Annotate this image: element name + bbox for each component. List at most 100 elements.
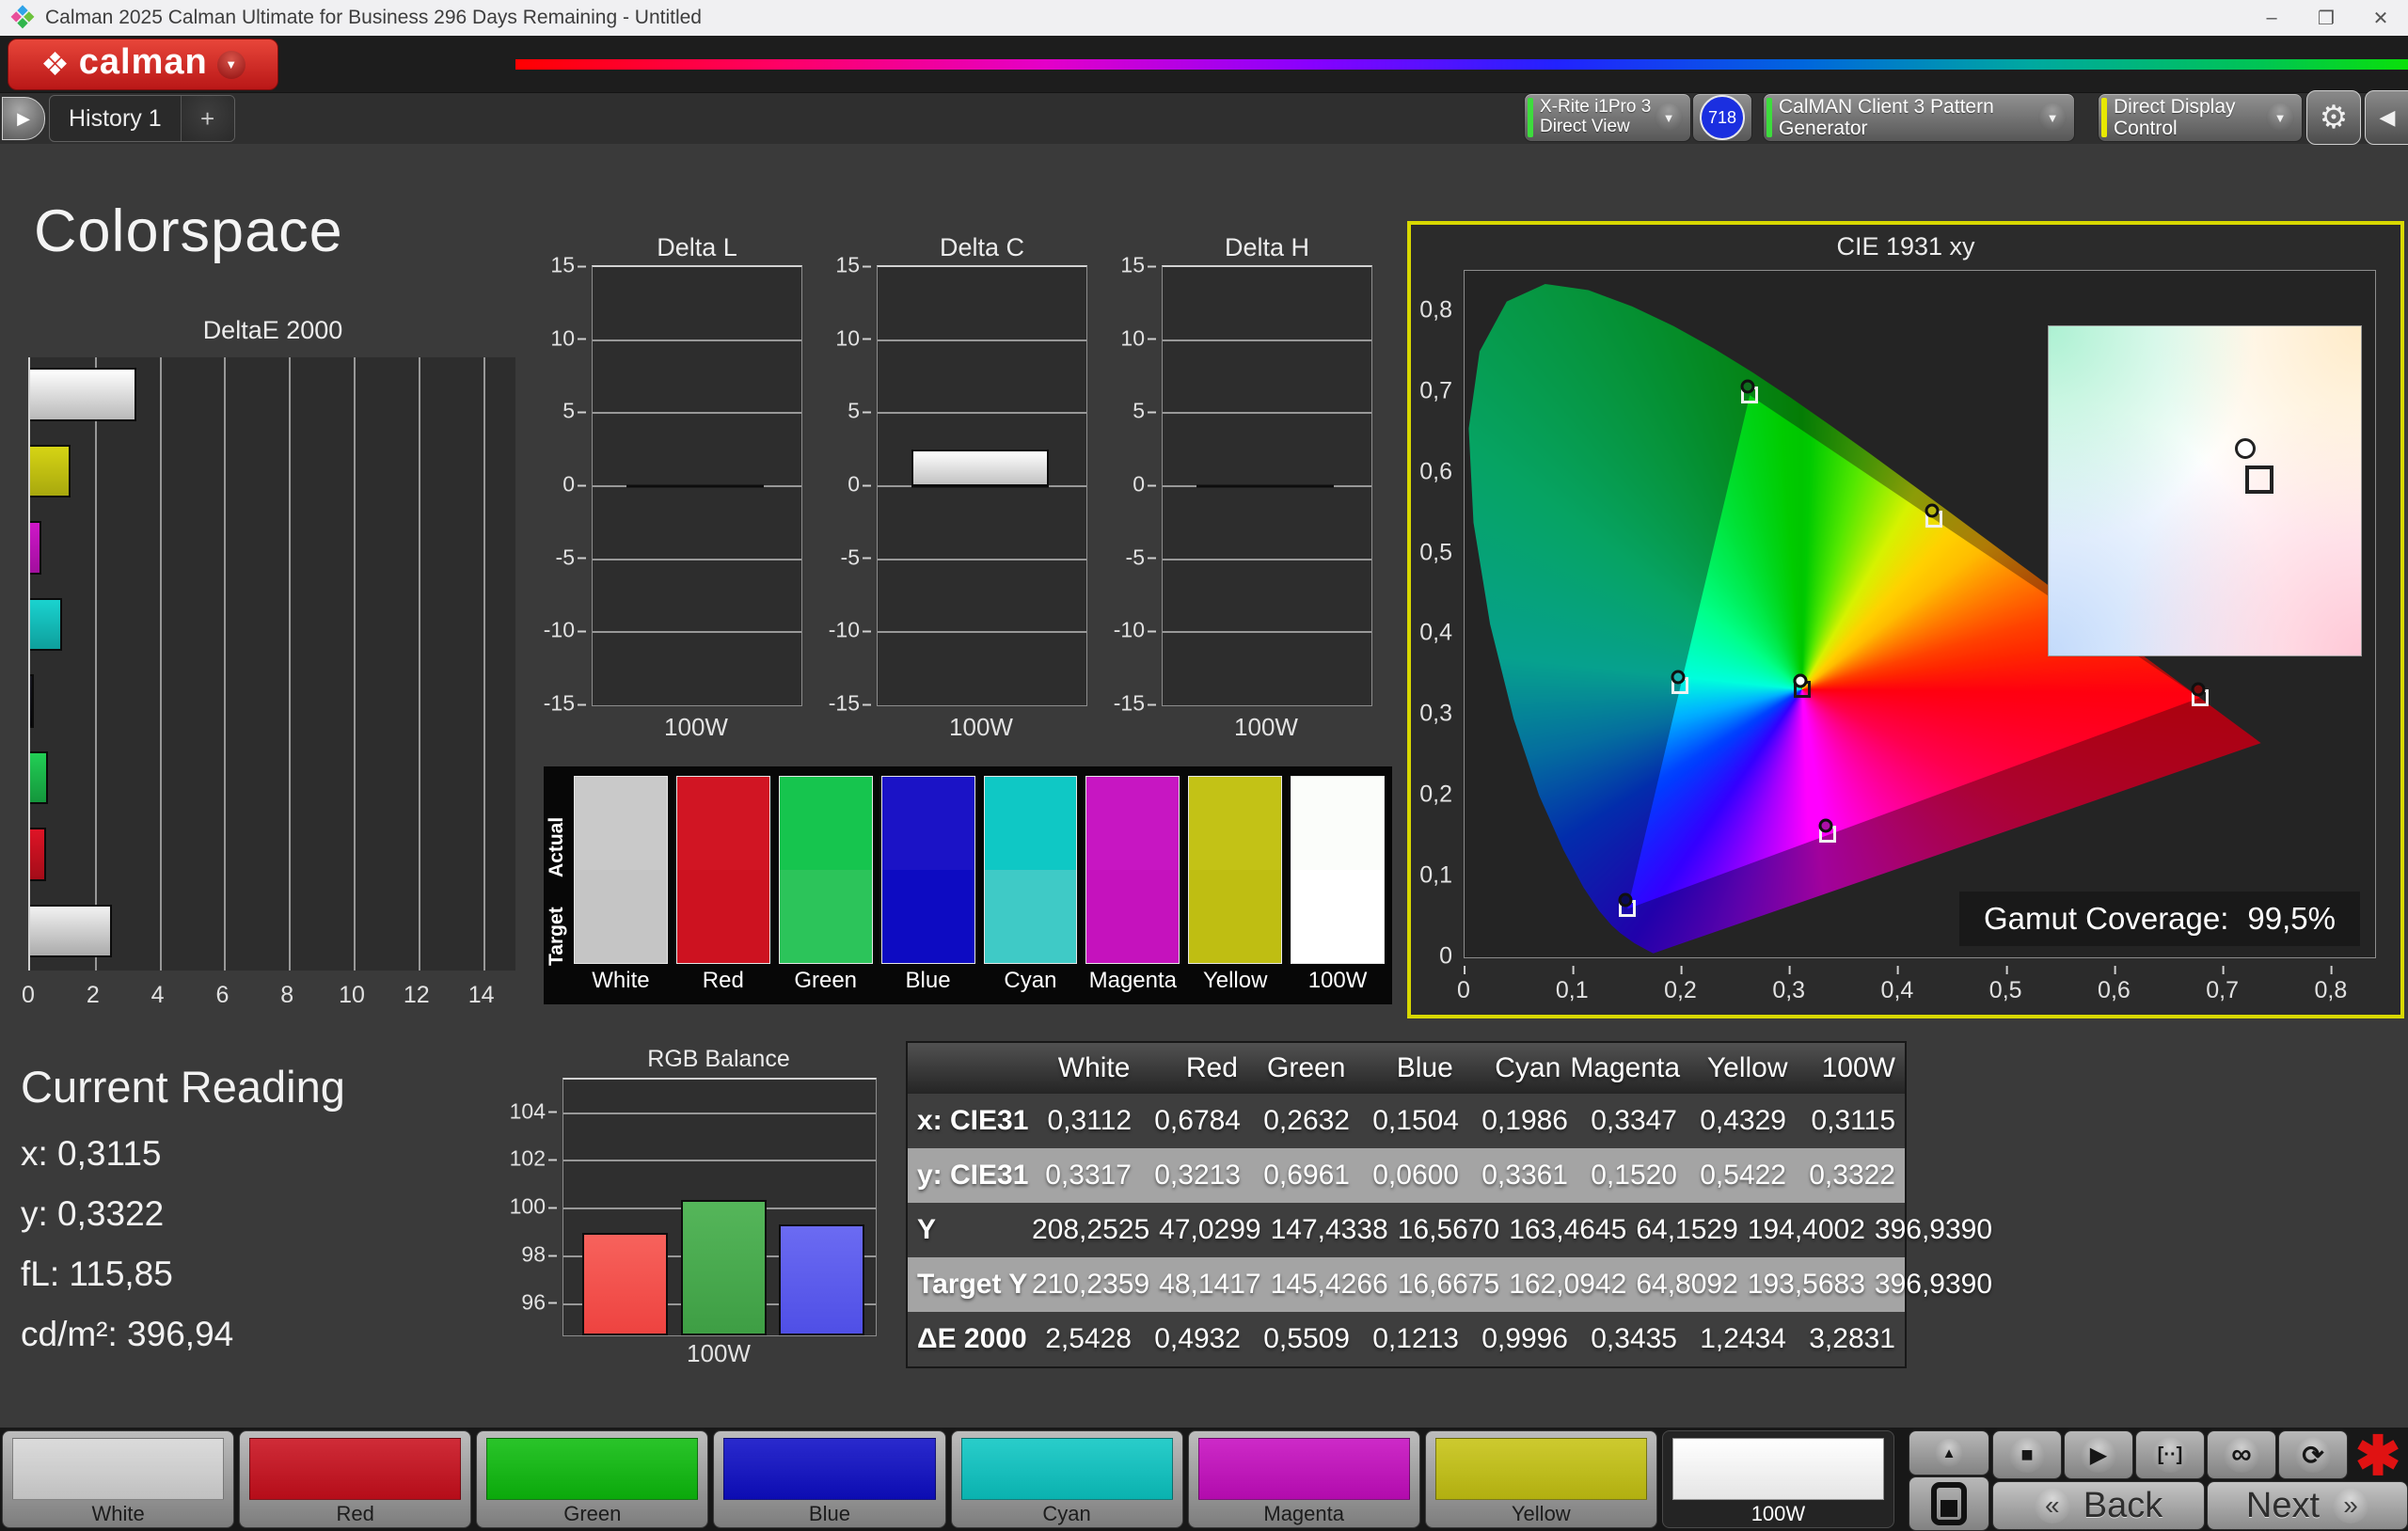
- stop-button[interactable]: ■: [1992, 1430, 2062, 1479]
- table-cell: 147,4338: [1271, 1214, 1398, 1246]
- play-button[interactable]: ▶: [2064, 1430, 2133, 1479]
- reading-x: x: 0,3115: [21, 1134, 161, 1174]
- bottom-bar: WhiteRedGreenBlueCyanMagenta Yellow100W ▲…: [0, 1428, 2408, 1531]
- chevron-left-icon: «: [2035, 1488, 2070, 1523]
- table-header-row: WhiteRedGreenBlueCyanMagentaYellow100W: [908, 1043, 1905, 1094]
- table-cell: 0,0600: [1359, 1160, 1468, 1192]
- pattern-window-button[interactable]: [··]: [2135, 1430, 2205, 1479]
- current-reading-title: Current Reading: [21, 1061, 345, 1113]
- table-cell: 0,3322: [1796, 1160, 1905, 1192]
- table-cell: 2,5428: [1032, 1323, 1141, 1355]
- pattern-button-cyan[interactable]: Cyan: [951, 1430, 1183, 1528]
- pattern-button-white[interactable]: White: [2, 1430, 234, 1528]
- play-icon: ▶: [2090, 1442, 2107, 1469]
- swatch-tiles: [574, 776, 1385, 964]
- row-label: y: CIE31: [908, 1160, 1032, 1192]
- table-cell: 1,2434: [1687, 1323, 1796, 1355]
- pattern-button-magenta[interactable]: Magenta: [1188, 1430, 1420, 1528]
- cie-1931-panel: CIE 1931 xy Gamut Coverage: 99,5% 00,10,…: [1407, 221, 2404, 1018]
- calman-logo-icon: ❖: [40, 49, 69, 81]
- settings-button[interactable]: ⚙: [2306, 90, 2361, 145]
- delta-c-plot-area: [877, 265, 1087, 706]
- table-cell: 0,1520: [1577, 1160, 1687, 1192]
- cie-measured-red: [2191, 683, 2205, 697]
- table-cell: 145,4266: [1271, 1269, 1398, 1301]
- column-header-magenta: Magenta: [1570, 1052, 1689, 1084]
- chart-title: Delta C: [877, 233, 1087, 262]
- axis-tick-label: 0,4: [1419, 620, 1452, 647]
- axis-tick-label: 8: [280, 982, 293, 1009]
- axis-tick-label: 0,8: [2315, 977, 2348, 1004]
- close-button[interactable]: ✕: [2353, 0, 2408, 36]
- axis-tick-label: 0,1: [1419, 862, 1452, 890]
- pattern-button-100w[interactable]: 100W: [1662, 1430, 1894, 1528]
- gridline: [224, 357, 226, 971]
- row-label: Y: [908, 1214, 1032, 1246]
- continuous-read-button[interactable]: ∞: [2207, 1430, 2276, 1479]
- gamut-coverage-label: Gamut Coverage:: [1984, 901, 2228, 937]
- pattern-button-label: Yellow: [1426, 1500, 1656, 1527]
- rgb-bar-red: [582, 1233, 668, 1335]
- pattern-swatch: [12, 1438, 224, 1500]
- pattern-swatch: [1435, 1438, 1647, 1500]
- table-cell: 0,6784: [1141, 1105, 1250, 1137]
- axis-tick-label: 98: [521, 1242, 546, 1268]
- axis-tick-label: 0: [848, 472, 860, 497]
- reading-cdm2: cd/m²: 396,94: [21, 1315, 233, 1354]
- axis-tick-label: 0,6: [2098, 977, 2131, 1004]
- chart-title: Delta H: [1162, 233, 1372, 262]
- swatch-target: [882, 870, 974, 963]
- axis-tick-label: 96: [521, 1289, 546, 1315]
- back-label: Back: [2083, 1486, 2162, 1526]
- pattern-source-dropdown[interactable]: CalMAN Client 3 Pattern Generator ▼: [1763, 93, 2075, 142]
- column-header-white: White: [1032, 1052, 1139, 1084]
- gamut-coverage-value: 99,5%: [2247, 901, 2336, 937]
- axis-tick-label: 0,6: [1419, 458, 1452, 485]
- axis-tick-label: 0: [1457, 977, 1470, 1004]
- swatch-actual: [780, 777, 872, 870]
- delta-h-plot-area: [1162, 265, 1372, 706]
- axis-tick-label: 0,4: [1881, 977, 1914, 1004]
- axis-tick-label: 104: [510, 1098, 546, 1124]
- pattern-button-blue[interactable]: Blue: [713, 1430, 945, 1528]
- delta-l-x-label: 100W: [592, 713, 800, 742]
- axis-tick-label: -15: [544, 691, 575, 717]
- gridline: [160, 357, 162, 971]
- table-cell: 396,9390: [1875, 1214, 2002, 1246]
- gridline: [593, 339, 801, 341]
- delta-h-x-label: 100W: [1162, 713, 1370, 742]
- calman-menu-button[interactable]: ❖ calman ▼: [8, 39, 278, 90]
- axis-tick-label: 4: [151, 982, 165, 1009]
- next-button[interactable]: Next »: [2207, 1481, 2408, 1530]
- add-tab-button[interactable]: +: [181, 96, 234, 141]
- meter-badge-segment[interactable]: 718: [1692, 93, 1752, 142]
- pattern-button-label: White: [3, 1500, 233, 1527]
- pattern-button-yellow[interactable]: Yellow: [1425, 1430, 1657, 1528]
- unsaved-alert-icon: ✱: [2348, 1428, 2408, 1484]
- pattern-button-label: Magenta: [1189, 1500, 1419, 1527]
- refresh-button[interactable]: ⟳: [2278, 1430, 2348, 1479]
- gridline: [878, 631, 1086, 633]
- chevron-down-icon: ▼: [2038, 103, 2067, 132]
- layout-nav-button[interactable]: ▶: [2, 97, 45, 140]
- app-header: ❖ calman ▼: [0, 36, 2408, 92]
- meter-dropdown[interactable]: X-Rite i1Pro 3 Direct View ▼: [1524, 93, 1691, 142]
- minimize-button[interactable]: –: [2244, 0, 2299, 36]
- title-bar: Calman 2025 Calman Ultimate for Business…: [0, 0, 2408, 36]
- rgb-plot-area: [562, 1078, 877, 1336]
- pattern-button-red[interactable]: Red: [239, 1430, 471, 1528]
- pattern-button-green[interactable]: Green: [476, 1430, 708, 1528]
- table-cell: 16,6675: [1398, 1269, 1509, 1301]
- table-row: Y208,252547,0299147,433816,5670163,46456…: [908, 1203, 1905, 1257]
- display-control-dropdown[interactable]: Direct Display Control ▼: [2098, 93, 2303, 142]
- collapse-toolbar-button[interactable]: ◀: [2365, 90, 2408, 145]
- pattern-options-button[interactable]: ▲: [1909, 1430, 1989, 1476]
- deltaL-zero-bar: [626, 485, 765, 488]
- tab-history-1[interactable]: History 1 +: [49, 95, 235, 142]
- back-button[interactable]: « Back: [1992, 1481, 2205, 1530]
- display-pattern-button[interactable]: [1909, 1476, 1989, 1531]
- swatch-label-yellow: Yellow: [1188, 968, 1282, 1000]
- axis-tick-label: 2: [87, 982, 100, 1009]
- restore-button[interactable]: ❐: [2299, 0, 2353, 36]
- axis-tick-label: 0: [1133, 472, 1145, 497]
